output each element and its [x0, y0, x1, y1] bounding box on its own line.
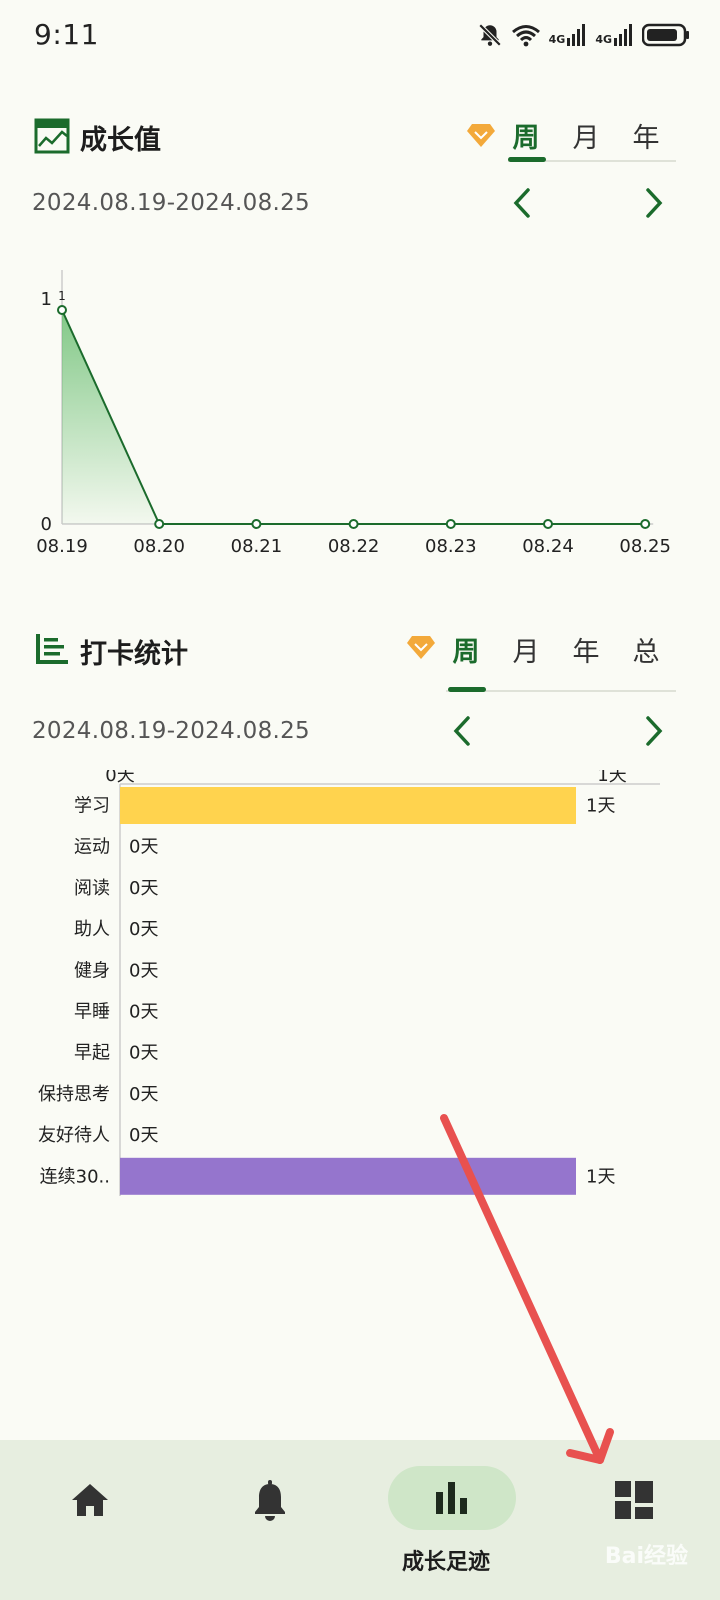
wifi-icon	[511, 25, 540, 47]
cell-signal-1: 4G	[549, 24, 588, 46]
bar-value-label: 0天	[129, 1084, 158, 1105]
data-point	[348, 519, 359, 529]
x-tick-label: 08.25	[619, 536, 671, 557]
tab-total[interactable]: 总	[626, 630, 666, 669]
tab-indicator	[448, 687, 486, 692]
x-tick-label: 1天	[597, 770, 626, 786]
category-label: 友好待人	[38, 1125, 110, 1146]
vip-diamond-icon	[407, 636, 435, 659]
bar-value-label: 0天	[129, 919, 158, 940]
category-label: 连续30..	[40, 1166, 110, 1187]
home-icon	[72, 1484, 108, 1516]
growth-line-chart: 0 1 08.19 08.20 08.21 08.22 08.23 08.24 08.25 1	[36, 270, 671, 557]
nav-dashboard[interactable]	[594, 1470, 674, 1530]
category-label: 健身	[74, 960, 110, 981]
next-week-button[interactable]	[638, 186, 668, 220]
bar-value-label: 0天	[129, 1002, 158, 1023]
prev-week-button[interactable]	[508, 186, 538, 220]
tab-week[interactable]: 周	[446, 630, 486, 669]
bar-value-label: 0天	[129, 837, 158, 858]
data-point	[154, 519, 165, 529]
status-time: 9:11	[34, 18, 99, 51]
data-point	[57, 305, 67, 315]
bar-value-label: 1天	[586, 1166, 615, 1187]
tab-indicator	[508, 157, 546, 162]
x-tick-label: 08.21	[231, 536, 283, 557]
bar-value-label: 0天	[129, 1043, 158, 1064]
bar-value-label: 0天	[129, 1125, 158, 1146]
category-label: 早起	[74, 1043, 110, 1064]
data-point	[251, 519, 262, 529]
checkin-bar-chart: 0天 1天学习 1天运动 0天阅读 0天助人 0天健身 0天早睡 0天早起 0天保持思考 0天友好…	[38, 770, 660, 1196]
network-type-label: 4G	[595, 33, 612, 46]
cell-signal-2: 4G	[595, 24, 634, 46]
category-label: 阅读	[74, 878, 110, 899]
vip-diamond-icon	[467, 124, 495, 147]
growth-period-tabs: 周 月 年	[506, 116, 666, 155]
bar	[120, 787, 576, 824]
bar-value-label: 0天	[129, 960, 158, 981]
category-label: 助人	[74, 919, 110, 940]
tab-month[interactable]: 月	[506, 630, 546, 669]
category-label: 学习	[74, 796, 110, 817]
y-tick-label: 0	[41, 514, 52, 535]
bar-value-label: 0天	[129, 878, 158, 899]
tab-year[interactable]: 年	[566, 630, 606, 669]
x-tick-label: 08.23	[425, 536, 477, 557]
x-tick-label: 08.20	[133, 536, 185, 557]
signal-icon	[567, 24, 586, 46]
status-icons: 4G 4G	[477, 22, 690, 48]
bar-chart-icon	[436, 1482, 467, 1514]
network-type-label: 4G	[548, 33, 566, 46]
category-label: 保持思考	[38, 1084, 110, 1105]
dashboard-icon	[615, 1481, 653, 1519]
growth-line	[61, 309, 646, 525]
growth-chart-icon	[34, 118, 70, 154]
nav-home[interactable]	[50, 1470, 130, 1530]
x-tick-label: 0天	[105, 770, 134, 786]
growth-date-range: 2024.08.19-2024.08.25	[32, 190, 310, 216]
bell-icon	[255, 1480, 285, 1521]
bell-off-icon	[478, 23, 501, 47]
bar	[120, 1157, 576, 1195]
category-label: 运动	[74, 837, 110, 858]
growth-area	[62, 310, 646, 524]
signal-icon	[614, 24, 632, 46]
battery-icon	[642, 23, 689, 47]
growth-title: 成长值	[80, 125, 161, 156]
data-point	[445, 519, 456, 529]
tab-week[interactable]: 周	[506, 116, 546, 155]
checkin-period-tabs: 周 月 年 总	[446, 630, 666, 669]
tab-month[interactable]: 月	[566, 116, 606, 155]
nav-growth-label[interactable]: 成长足迹	[402, 1544, 490, 1576]
x-tick-label: 08.22	[328, 536, 380, 557]
nav-notifications[interactable]	[230, 1470, 310, 1530]
prev-week-button[interactable]	[448, 714, 478, 748]
next-week-button[interactable]	[638, 714, 668, 748]
checkin-title: 打卡统计	[80, 639, 188, 670]
point-value-label: 1	[58, 289, 66, 303]
category-label: 早睡	[74, 1002, 110, 1023]
data-point	[640, 519, 651, 529]
list-stats-icon	[36, 634, 68, 664]
tab-year[interactable]: 年	[626, 116, 666, 155]
x-tick-label: 08.24	[522, 536, 574, 557]
checkin-date-range: 2024.08.19-2024.08.25	[32, 718, 310, 744]
watermark: Bai经验	[604, 1544, 688, 1569]
bottom-navigation: 成长足迹	[0, 1440, 720, 1600]
data-point	[543, 519, 553, 529]
y-tick-label: 1	[41, 289, 52, 310]
nav-growth-active-pill[interactable]	[388, 1466, 516, 1530]
bar-value-label: 1天	[586, 796, 615, 817]
x-tick-label: 08.19	[36, 536, 88, 557]
